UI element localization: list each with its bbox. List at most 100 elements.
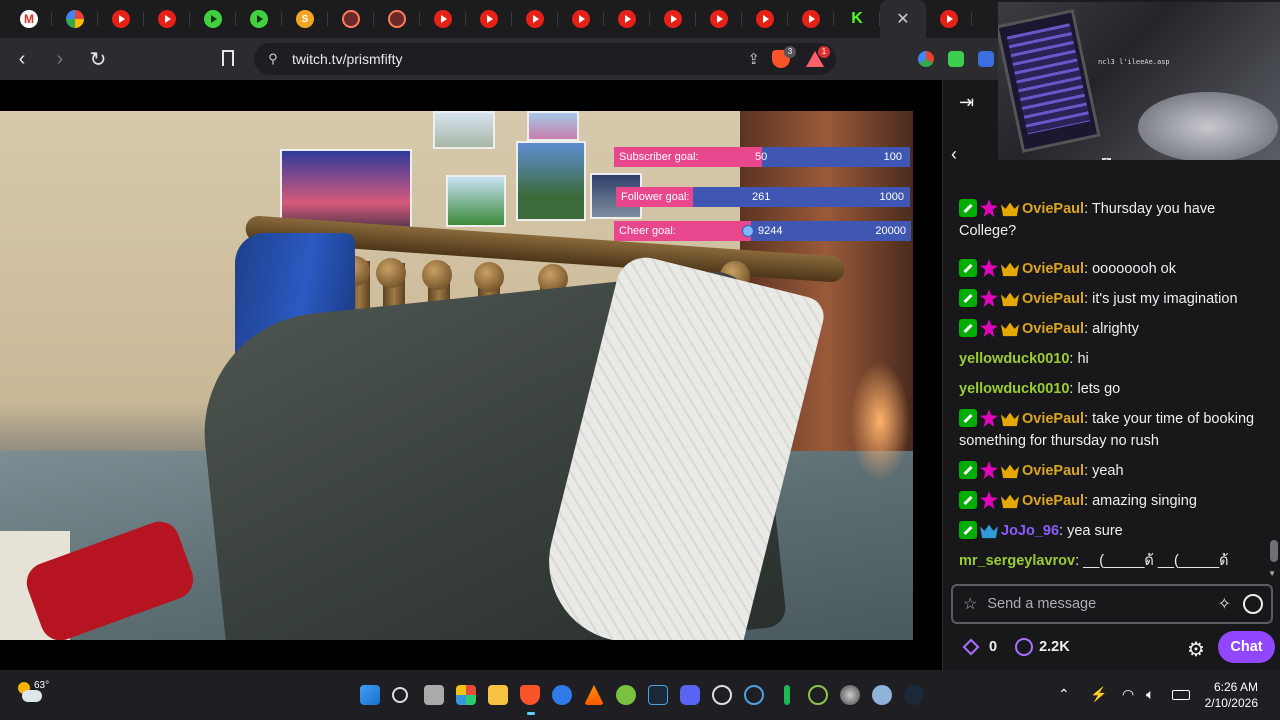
steam-icon[interactable] (648, 685, 668, 705)
tray-app-icon[interactable]: ⚡ (1090, 686, 1107, 703)
settings-app-icon[interactable] (872, 685, 892, 705)
globe-app-icon[interactable] (840, 685, 860, 705)
channel-points-icon[interactable] (1015, 638, 1034, 656)
sub-badge-icon[interactable] (1001, 262, 1019, 277)
steam-alt-icon[interactable] (904, 685, 924, 705)
chat-username[interactable]: OviePaul (1022, 411, 1084, 427)
player-tab-2[interactable] (236, 0, 282, 38)
points-count[interactable]: 2.2K (1039, 639, 1070, 655)
chat-username[interactable]: yellowduck0010 (959, 381, 1069, 397)
mod-badge-icon[interactable] (959, 289, 977, 307)
app-green-icon[interactable] (784, 685, 790, 705)
address-bar[interactable]: ⚲ twitch.tv/prismfifty ⇪ 3 1 (254, 43, 836, 75)
system-clock[interactable]: 6:26 AM 2/10/2026 (1205, 679, 1258, 711)
site-settings-icon[interactable]: ⚲ (258, 51, 288, 67)
back-arrow-icon[interactable]: ‹ (951, 144, 957, 165)
app-blue-icon[interactable] (552, 685, 572, 705)
tray-chevron-icon[interactable]: ⌃ (1058, 686, 1070, 703)
player-tab-1[interactable] (190, 0, 236, 38)
chat-settings-icon[interactable]: ⚙ (1187, 637, 1205, 662)
extension-check-icon[interactable] (948, 51, 964, 67)
vip-badge-icon[interactable] (980, 289, 998, 307)
chat-input-placeholder[interactable]: Send a message (987, 596, 1096, 612)
emoji-icon[interactable] (1243, 594, 1263, 614)
mod-badge-icon[interactable] (959, 199, 977, 217)
shield-tab-1[interactable] (328, 0, 374, 38)
kick-tab[interactable]: K (834, 0, 880, 38)
url-text[interactable]: twitch.tv/prismfifty (292, 51, 402, 67)
vip-badge-icon[interactable] (980, 319, 998, 337)
reload-button[interactable]: ↻ (82, 43, 114, 75)
sub-badge-icon[interactable] (1001, 494, 1019, 509)
sub-badge-icon[interactable] (1001, 412, 1019, 427)
mod-badge-icon[interactable] (959, 319, 977, 337)
chat-send-button[interactable]: Chat (1218, 631, 1275, 663)
chat-username[interactable]: yellowduck0010 (959, 351, 1069, 367)
start-icon[interactable] (360, 685, 380, 705)
chat-input[interactable]: ☆ Send a message ✧ (951, 584, 1273, 624)
vip-badge-icon[interactable] (980, 491, 998, 509)
sub-badge-icon[interactable] (1001, 292, 1019, 307)
chat-username[interactable]: OviePaul (1022, 291, 1084, 307)
chat-username[interactable]: mr_sergeylavrov (959, 553, 1075, 569)
mod-badge-icon[interactable] (959, 521, 977, 539)
bits-icon[interactable] (962, 638, 980, 656)
sub-badge-icon[interactable] (1001, 202, 1019, 217)
party-icon[interactable]: ✧ (1218, 594, 1231, 614)
volume-icon[interactable]: 🔈︎ (1146, 686, 1154, 703)
youtube-tab-12[interactable] (926, 0, 972, 38)
coin-tab[interactable]: S (282, 0, 328, 38)
battery-icon[interactable] (1172, 690, 1190, 700)
vip-badge-icon[interactable] (980, 259, 998, 277)
youtube-tab-9[interactable] (696, 0, 742, 38)
youtube-tab-2[interactable] (144, 0, 190, 38)
widgets-icon[interactable] (456, 685, 476, 705)
vip-badge-icon[interactable] (980, 461, 998, 479)
copilot-icon[interactable] (744, 685, 764, 705)
youtube-tab-1[interactable] (98, 0, 144, 38)
google-apps-tab[interactable] (52, 0, 98, 38)
youtube-tab-6[interactable] (558, 0, 604, 38)
extension-chrome-icon[interactable] (918, 51, 934, 67)
bookmark-icon[interactable] (222, 50, 234, 66)
vip-badge-icon[interactable] (980, 199, 998, 217)
search-icon[interactable] (392, 687, 408, 703)
youtube-tab-3[interactable] (420, 0, 466, 38)
vip-badge-icon[interactable] (980, 409, 998, 427)
prime-badge-icon[interactable] (980, 524, 998, 539)
youtube-tab-11[interactable] (788, 0, 834, 38)
chat-username[interactable]: OviePaul (1022, 463, 1084, 479)
close-tab-icon[interactable]: ✕ (896, 9, 909, 29)
active-tab[interactable]: ✕ (880, 0, 926, 38)
utorrent-icon[interactable] (808, 685, 828, 705)
video-player[interactable]: Subscriber goal: 50 100 Follower goal: 2… (0, 80, 942, 670)
back-button[interactable]: ‹ (6, 43, 38, 75)
forward-button[interactable]: › (44, 43, 76, 75)
youtube-tab-10[interactable] (742, 0, 788, 38)
mod-badge-icon[interactable] (959, 461, 977, 479)
openai-icon[interactable] (712, 685, 732, 705)
vlc-icon[interactable] (584, 685, 604, 705)
brave-browser-icon[interactable] (520, 685, 540, 705)
mod-badge-icon[interactable] (959, 259, 977, 277)
sub-badge-icon[interactable] (1001, 464, 1019, 479)
wifi-icon[interactable]: ◠ (1122, 686, 1134, 703)
extension-shield-icon[interactable] (978, 51, 994, 67)
chat-username[interactable]: JoJo_96 (1001, 523, 1059, 539)
mod-badge-icon[interactable] (959, 409, 977, 427)
discord-icon[interactable] (680, 685, 700, 705)
task-view-icon[interactable] (424, 685, 444, 705)
youtube-tab-5[interactable] (512, 0, 558, 38)
collapse-chat-icon[interactable]: ⇥ (959, 92, 974, 113)
cloud-app-icon[interactable] (616, 685, 636, 705)
chat-username[interactable]: OviePaul (1022, 201, 1084, 217)
shield-tab-2[interactable] (374, 0, 420, 38)
youtube-tab-4[interactable] (466, 0, 512, 38)
scroll-down-icon[interactable]: ▼ (1268, 569, 1276, 578)
star-icon[interactable]: ☆ (963, 594, 977, 614)
chat-username[interactable]: OviePaul (1022, 493, 1084, 509)
chat-username[interactable]: OviePaul (1022, 261, 1084, 277)
chat-scrollbar[interactable] (1270, 540, 1278, 562)
mod-badge-icon[interactable] (959, 491, 977, 509)
sub-badge-icon[interactable] (1001, 322, 1019, 337)
